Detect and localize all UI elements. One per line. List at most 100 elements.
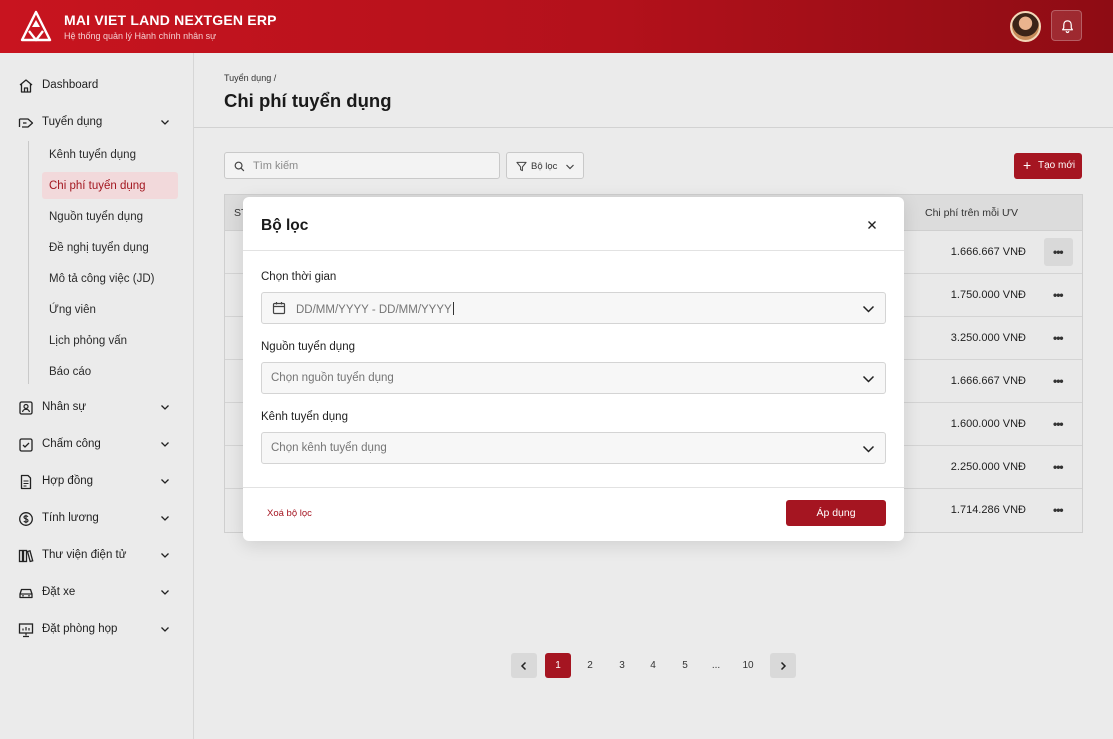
search-input[interactable] — [253, 158, 493, 174]
sidebar-item-meeting-room[interactable]: Đặt phòng họp — [0, 615, 194, 645]
sidebar: Dashboard Tuyển dụng Kênh tuyển dụng Chi… — [0, 53, 194, 739]
dollar-icon — [19, 512, 33, 526]
sidebar-item-label: Hợp đồng — [42, 475, 94, 487]
create-button[interactable]: + Tạo mới — [1014, 153, 1082, 179]
text-caret — [452, 302, 454, 315]
subnav-item-jd[interactable]: Mô tả công việc (JD) — [42, 265, 178, 292]
breadcrumb[interactable]: Tuyển dụng / — [224, 73, 276, 83]
more-actions-button[interactable]: ••• — [1044, 453, 1073, 481]
sidebar-item-label: Dashboard — [42, 79, 99, 91]
sidebar-item-payroll[interactable]: Tính lương — [0, 504, 194, 534]
modal-footer-divider — [243, 487, 904, 488]
brand-logo — [20, 10, 52, 42]
cost-cell: 3.250.000 VNĐ — [950, 332, 1026, 344]
top-bar: MAI VIET LAND NEXTGEN ERP Hệ thống quản … — [0, 0, 1113, 53]
contract-icon — [20, 474, 32, 490]
more-actions-button[interactable]: ••• — [1044, 324, 1073, 352]
plus-icon: + — [1023, 157, 1032, 173]
sidebar-item-timesheet[interactable]: Chấm công — [0, 430, 194, 460]
subnav-item-label: Kênh tuyển dụng — [49, 149, 136, 161]
page-title: Chi phí tuyển dụng — [224, 90, 392, 111]
cost-cell: 1.666.667 VNĐ — [950, 246, 1026, 258]
more-actions-button[interactable]: ••• — [1044, 367, 1073, 395]
chevron-down-icon — [566, 164, 574, 170]
chevron-down-icon — [862, 375, 875, 383]
pagination-page[interactable]: 1 — [545, 653, 571, 678]
pagination-next[interactable] — [770, 653, 796, 678]
brand-subtitle: Hệ thống quản lý Hành chính nhân sự — [64, 31, 217, 41]
chevron-down-icon — [161, 120, 169, 125]
timesheet-icon — [19, 438, 33, 452]
cost-cell: 1.666.667 VNĐ — [950, 375, 1026, 387]
user-avatar[interactable] — [1010, 11, 1041, 42]
time-field-label: Chọn thời gian — [261, 271, 337, 283]
pagination-prev[interactable] — [511, 653, 537, 678]
brand-title: MAI VIET LAND NEXTGEN ERP — [64, 12, 277, 28]
subnav-item-channel[interactable]: Kênh tuyển dụng — [42, 141, 178, 168]
more-actions-button[interactable]: ••• — [1044, 410, 1073, 438]
subnav-item-cost[interactable]: Chi phí tuyển dụng — [42, 172, 178, 199]
more-icon: ••• — [1053, 460, 1064, 474]
date-range-value: DD/MM/YYYY - DD/MM/YYYY — [296, 302, 454, 316]
apply-button[interactable]: Áp dụng — [786, 500, 886, 526]
chevron-down-icon — [161, 479, 169, 484]
more-icon: ••• — [1053, 245, 1064, 259]
channel-select[interactable]: Chọn kênh tuyển dụng — [261, 432, 886, 464]
more-actions-button[interactable]: ••• — [1044, 238, 1073, 266]
sidebar-item-dashboard[interactable]: Dashboard — [0, 71, 194, 101]
more-icon: ••• — [1053, 503, 1064, 517]
subnav-guide-line — [28, 141, 29, 384]
pagination-page[interactable]: 2 — [577, 653, 603, 678]
channel-field-label: Kênh tuyển dụng — [261, 411, 348, 423]
filter-icon — [516, 161, 527, 172]
chevron-right-icon — [780, 661, 787, 671]
subnav-item-candidates[interactable]: Ứng viên — [42, 296, 178, 323]
subnav-item-label: Nguồn tuyển dụng — [49, 211, 143, 223]
subnav-item-request[interactable]: Đề nghị tuyển dụng — [42, 234, 178, 261]
source-select[interactable]: Chọn nguồn tuyển dụng — [261, 362, 886, 394]
subnav-item-label: Lịch phỏng vấn — [49, 335, 128, 347]
subnav-item-interviews[interactable]: Lịch phỏng vấn — [42, 327, 178, 354]
more-icon: ••• — [1053, 331, 1064, 345]
more-icon: ••• — [1053, 288, 1064, 302]
chevron-left-icon — [520, 661, 527, 671]
subnav-item-reports[interactable]: Báo cáo — [42, 358, 178, 385]
create-button-label: Tạo mới — [1038, 160, 1076, 171]
sidebar-item-library[interactable]: Thư viện điện tử — [0, 541, 194, 571]
search-box[interactable] — [224, 152, 500, 179]
pagination-page[interactable]: 4 — [640, 653, 666, 678]
sidebar-item-recruitment[interactable]: Tuyển dụng — [0, 108, 194, 138]
notification-button[interactable] — [1051, 10, 1082, 41]
sidebar-item-contracts[interactable]: Hợp đồng — [0, 467, 194, 497]
sidebar-item-hr[interactable]: Nhân sự — [0, 393, 194, 423]
chevron-down-icon — [862, 445, 875, 453]
library-icon — [18, 549, 34, 563]
cost-cell: 1.750.000 VNĐ — [950, 289, 1026, 301]
chevron-down-icon — [161, 553, 169, 558]
more-icon: ••• — [1053, 374, 1064, 388]
sidebar-item-car-booking[interactable]: Đặt xe — [0, 578, 194, 608]
filter-modal: Bộ lọc Chọn thời gian DD/MM/YYYY - DD/MM… — [243, 197, 904, 541]
chevron-down-icon — [161, 405, 169, 410]
cost-cell: 1.714.286 VNĐ — [950, 504, 1026, 516]
source-field-label: Nguồn tuyển dụng — [261, 341, 355, 353]
close-icon[interactable] — [865, 218, 879, 232]
chevron-down-icon — [161, 442, 169, 447]
chevron-down-icon — [161, 627, 169, 632]
more-actions-button[interactable]: ••• — [1044, 496, 1073, 524]
pagination-page[interactable]: 5 — [672, 653, 698, 678]
sidebar-item-label: Đặt xe — [42, 586, 76, 598]
pagination-page[interactable]: 3 — [609, 653, 635, 678]
presentation-icon — [18, 623, 34, 638]
pagination-page[interactable]: 10 — [735, 653, 761, 678]
filter-button[interactable]: Bộ lọc — [506, 152, 584, 179]
clear-filter-link[interactable]: Xoá bộ lọc — [267, 508, 312, 519]
date-range-field[interactable]: DD/MM/YYYY - DD/MM/YYYY — [261, 292, 886, 324]
search-icon — [234, 161, 245, 172]
subnav-item-source[interactable]: Nguồn tuyển dụng — [42, 203, 178, 230]
date-range-placeholder: DD/MM/YYYY - DD/MM/YYYY — [296, 304, 452, 316]
home-icon — [19, 79, 33, 93]
more-actions-button[interactable]: ••• — [1044, 281, 1073, 309]
subnav-item-label: Đề nghị tuyển dụng — [49, 242, 149, 254]
subnav-item-label: Mô tả công việc (JD) — [49, 273, 155, 285]
